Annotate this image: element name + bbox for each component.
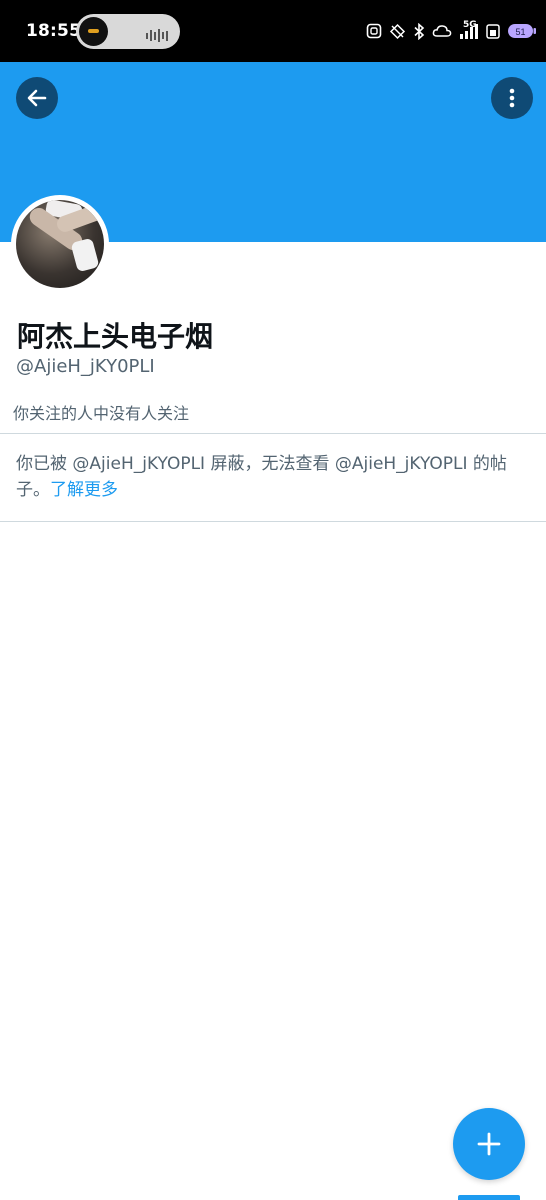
blocked-notice: 你已被 @AjieH_jKYOPLI 屏蔽，无法查看 @AjieH_jKYOPL…: [16, 451, 526, 503]
avatar[interactable]: [11, 195, 109, 293]
more-options-button[interactable]: [491, 77, 533, 119]
svg-text:51: 51: [515, 27, 525, 37]
battery-icon: 51: [508, 24, 536, 38]
learn-more-link[interactable]: 了解更多: [50, 480, 118, 500]
wifi-icon: [486, 24, 500, 39]
nfc-icon: [366, 23, 382, 39]
profile-screen: 18:55 51 5G 阿杰上头电子烟 @AjieH_jKY0PLI 你关注的人…: [0, 0, 546, 1200]
media-thumbnail-icon: [79, 17, 108, 46]
divider: [0, 433, 546, 434]
plus-icon: [477, 1132, 501, 1156]
followers-you-follow[interactable]: 你关注的人中没有人关注: [13, 400, 189, 424]
audio-wave-icon: [146, 25, 170, 42]
user-handle: @AjieH_jKY0PLI: [16, 356, 155, 377]
avatar-image: [16, 200, 104, 288]
network-type: 5G: [463, 20, 477, 30]
bluetooth-icon: [414, 22, 425, 40]
status-time: 18:55: [26, 21, 82, 41]
location-off-icon: [389, 23, 406, 39]
status-bar: 18:55 51 5G: [0, 0, 546, 62]
status-icons: 51: [366, 20, 537, 42]
cloud-icon: [432, 25, 452, 37]
arrow-left-icon: [27, 89, 47, 107]
bottom-tab-peek: [458, 1195, 520, 1200]
dynamic-island[interactable]: [76, 14, 180, 49]
back-button[interactable]: [16, 77, 58, 119]
compose-button[interactable]: [453, 1108, 525, 1180]
more-vertical-icon: [509, 88, 515, 108]
display-name: 阿杰上头电子烟: [17, 320, 214, 353]
divider: [0, 521, 546, 522]
